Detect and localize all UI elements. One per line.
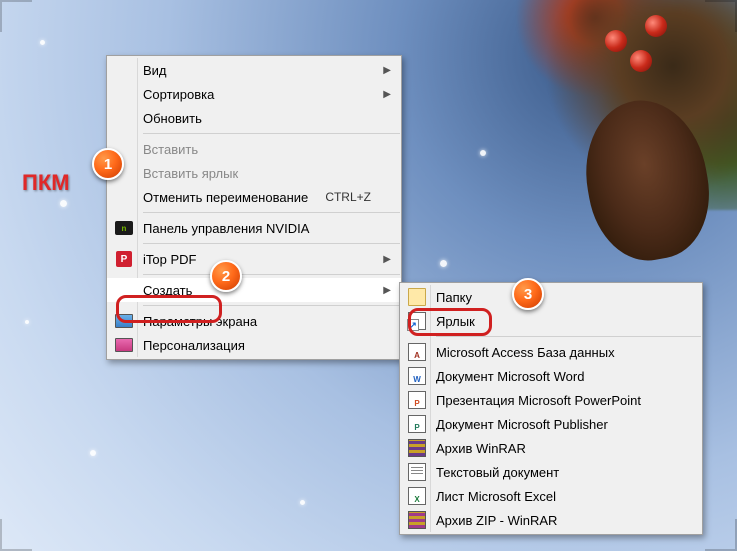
menu-item-label: Текстовый документ xyxy=(436,465,672,480)
snow-dot xyxy=(440,260,447,267)
menu-item-label: Документ Microsoft Word xyxy=(436,369,672,384)
menu-item-label: Архив WinRAR xyxy=(436,441,672,456)
publisher-file-icon: P xyxy=(408,415,426,433)
menu-separator xyxy=(143,212,400,213)
submenu-arrow-icon: ▶ xyxy=(383,285,391,296)
wallpaper-decor-berry xyxy=(630,50,652,72)
menu-item-label: iTop PDF xyxy=(143,252,371,267)
desktop-context-menu: Вид ▶ Сортировка ▶ Обновить Вставить Вст… xyxy=(106,55,402,360)
crop-mark xyxy=(0,0,32,32)
menu-item-view[interactable]: Вид ▶ xyxy=(107,58,401,82)
menu-item-label: Отменить переименование xyxy=(143,190,325,205)
submenu-item-zip[interactable]: Архив ZIP - WinRAR xyxy=(400,508,702,532)
menu-item-label: Создать xyxy=(143,283,371,298)
submenu-item-powerpoint[interactable]: P Презентация Microsoft PowerPoint xyxy=(400,388,702,412)
menu-item-paste: Вставить xyxy=(107,137,401,161)
submenu-item-access[interactable]: A Microsoft Access База данных xyxy=(400,340,702,364)
menu-separator xyxy=(436,336,701,337)
menu-item-itop-pdf[interactable]: P iTop PDF ▶ xyxy=(107,247,401,271)
snow-dot xyxy=(60,200,67,207)
menu-separator xyxy=(143,305,400,306)
submenu-item-word[interactable]: W Документ Microsoft Word xyxy=(400,364,702,388)
snow-dot xyxy=(90,450,96,456)
menu-item-label: Параметры экрана xyxy=(143,314,371,329)
snow-dot xyxy=(300,500,305,505)
submenu-arrow-icon: ▶ xyxy=(383,254,391,265)
menu-item-label: Сортировка xyxy=(143,87,371,102)
menu-item-personalize[interactable]: Персонализация xyxy=(107,333,401,357)
menu-item-sort[interactable]: Сортировка ▶ xyxy=(107,82,401,106)
menu-item-shortcut: CTRL+Z xyxy=(325,190,371,204)
menu-separator xyxy=(143,243,400,244)
menu-item-undo-rename[interactable]: Отменить переименование CTRL+Z xyxy=(107,185,401,209)
submenu-arrow-icon: ▶ xyxy=(383,89,391,100)
menu-item-label: Персонализация xyxy=(143,338,371,353)
shortcut-icon xyxy=(408,312,426,330)
rar-file-icon xyxy=(408,439,426,457)
menu-item-nvidia[interactable]: n Панель управления NVIDIA xyxy=(107,216,401,240)
wallpaper-decor-berry xyxy=(605,30,627,52)
menu-item-label: Вид xyxy=(143,63,371,78)
display-settings-icon xyxy=(115,312,133,330)
menu-item-label: Лист Microsoft Excel xyxy=(436,489,672,504)
submenu-item-shortcut[interactable]: Ярлык xyxy=(400,309,702,333)
snow-dot xyxy=(480,150,486,156)
menu-item-refresh[interactable]: Обновить xyxy=(107,106,401,130)
menu-item-label: Панель управления NVIDIA xyxy=(143,221,371,236)
callout-1: 1 xyxy=(92,148,124,180)
submenu-item-txt[interactable]: Текстовый документ xyxy=(400,460,702,484)
submenu-arrow-icon: ▶ xyxy=(383,65,391,76)
menu-item-label: Архив ZIP - WinRAR xyxy=(436,513,672,528)
create-submenu: Папку Ярлык A Microsoft Access База данн… xyxy=(399,282,703,535)
menu-item-label: Папку xyxy=(436,290,672,305)
crop-mark xyxy=(0,519,32,551)
menu-item-label: Вставить ярлык xyxy=(143,166,371,181)
submenu-item-rar[interactable]: Архив WinRAR xyxy=(400,436,702,460)
submenu-item-excel[interactable]: X Лист Microsoft Excel xyxy=(400,484,702,508)
folder-icon xyxy=(408,288,426,306)
submenu-item-publisher[interactable]: P Документ Microsoft Publisher xyxy=(400,412,702,436)
personalize-icon xyxy=(115,336,133,354)
zip-file-icon xyxy=(408,511,426,529)
menu-item-display-settings[interactable]: Параметры экрана xyxy=(107,309,401,333)
menu-item-paste-shortcut: Вставить ярлык xyxy=(107,161,401,185)
excel-file-icon: X xyxy=(408,487,426,505)
menu-item-label: Документ Microsoft Publisher xyxy=(436,417,672,432)
pkm-annotation-label: ПКМ xyxy=(22,170,70,196)
menu-item-label: Презентация Microsoft PowerPoint xyxy=(436,393,672,408)
crop-mark xyxy=(705,0,737,32)
menu-item-label: Microsoft Access База данных xyxy=(436,345,672,360)
callout-3: 3 xyxy=(512,278,544,310)
callout-2: 2 xyxy=(210,260,242,292)
submenu-item-folder[interactable]: Папку xyxy=(400,285,702,309)
snow-dot xyxy=(25,320,29,324)
word-file-icon: W xyxy=(408,367,426,385)
menu-separator xyxy=(143,133,400,134)
itop-pdf-icon: P xyxy=(115,250,133,268)
menu-item-create[interactable]: Создать ▶ xyxy=(107,278,401,302)
text-file-icon xyxy=(408,463,426,481)
powerpoint-file-icon: P xyxy=(408,391,426,409)
snow-dot xyxy=(40,40,45,45)
menu-separator xyxy=(143,274,400,275)
menu-item-label: Ярлык xyxy=(436,314,672,329)
menu-item-label: Вставить xyxy=(143,142,371,157)
crop-mark xyxy=(705,519,737,551)
wallpaper-decor-berry xyxy=(645,15,667,37)
menu-item-label: Обновить xyxy=(143,111,371,126)
access-file-icon: A xyxy=(408,343,426,361)
nvidia-icon: n xyxy=(115,219,133,237)
